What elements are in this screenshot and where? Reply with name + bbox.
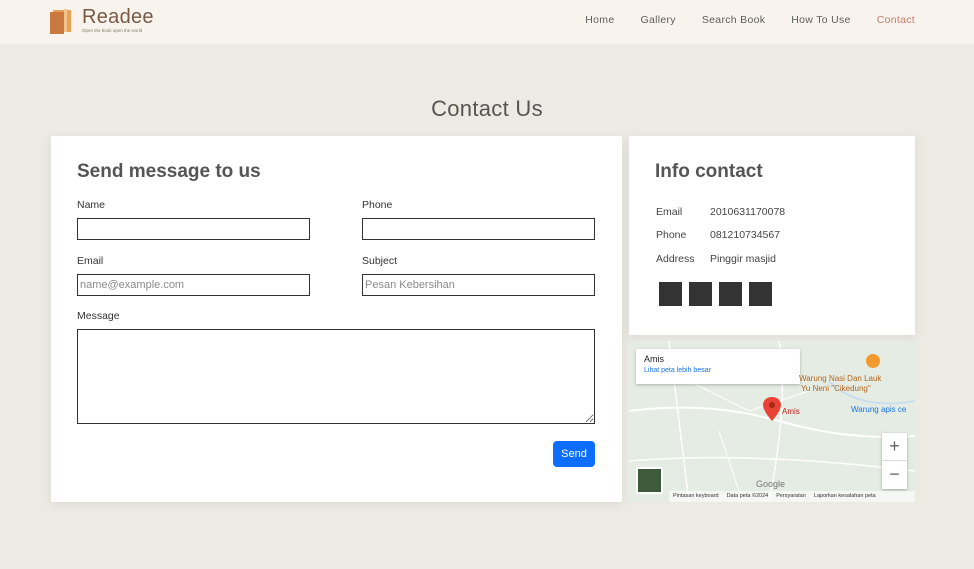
map-footer: Pintasan keyboard Data peta ©2024 Persya… <box>669 491 915 502</box>
subject-label: Subject <box>362 255 398 267</box>
info-row-phone: Phone 081210734567 <box>656 229 780 241</box>
pin-label: Amis <box>782 407 800 416</box>
google-logo: Google <box>756 479 786 489</box>
social-icon-2[interactable] <box>689 282 712 306</box>
subject-field[interactable] <box>362 274 595 296</box>
message-textarea[interactable] <box>77 329 595 424</box>
social-icon-4[interactable] <box>749 282 772 306</box>
info-key: Address <box>656 253 695 265</box>
form-title: Send message to us <box>77 161 261 182</box>
page-title: Contact Us <box>431 96 543 121</box>
phone-label: Phone <box>362 199 393 211</box>
brand-tagline: Open the book open the world <box>82 28 143 33</box>
zoom-out-button[interactable]: − <box>882 461 907 489</box>
zoom-controls: + − <box>882 433 907 489</box>
contact-form-card: Send message to us Name Phone Email Subj… <box>51 136 622 502</box>
info-contact-card: Info contact Email 2010631170078 Phone 0… <box>629 136 915 335</box>
map-footer-data: Data peta ©2024 <box>726 493 769 499</box>
map-footer-shortcuts[interactable]: Pintasan keyboard <box>673 493 719 500</box>
nav-gallery[interactable]: Gallery <box>641 14 676 26</box>
info-title: Info contact <box>655 161 763 182</box>
nav-how-to-use[interactable]: How To Use <box>791 14 850 26</box>
info-key: Phone <box>656 229 687 241</box>
zoom-in-button[interactable]: + <box>882 433 907 461</box>
info-value: Pinggir masjid <box>710 253 776 265</box>
info-row-email: Email 2010631170078 <box>656 206 785 218</box>
info-value: 081210734567 <box>710 229 781 241</box>
site-header: Readee Open the book open the world Home… <box>0 0 974 44</box>
info-key: Email <box>656 206 683 218</box>
social-links <box>659 282 772 306</box>
main-nav: Home Gallery Search Book How To Use Cont… <box>559 14 915 26</box>
send-button[interactable]: Send <box>553 441 595 467</box>
phone-field[interactable] <box>362 218 595 240</box>
map-footer-report[interactable]: Laporkan kesalahan peta <box>814 493 876 500</box>
poi-label: Warung Nasi Dan Lauk <box>799 374 882 383</box>
email-label: Email <box>77 255 104 267</box>
embedded-map[interactable]: Amis Lihat peta lebih besar Warung Nasi … <box>629 341 915 502</box>
map-info-popup: Amis Lihat peta lebih besar <box>636 349 800 384</box>
map-place-name: Amis <box>644 354 664 364</box>
view-larger-map-link[interactable]: Lihat peta lebih besar <box>644 367 792 374</box>
map-footer-terms[interactable]: Persyaratan <box>776 493 806 500</box>
nav-home[interactable]: Home <box>585 14 614 26</box>
book-icon <box>50 7 74 34</box>
brand-logo[interactable]: Readee Open the book open the world <box>50 6 154 34</box>
satellite-toggle[interactable] <box>636 467 663 494</box>
nav-search-book[interactable]: Search Book <box>702 14 765 26</box>
poi-label: Yu Neni "Cikedung" <box>801 384 871 393</box>
name-label: Name <box>77 199 106 211</box>
info-row-address: Address Pinggir masjid <box>656 253 776 265</box>
poi-label: Warung apis ce <box>851 405 907 414</box>
message-label: Message <box>77 310 120 322</box>
brand-name: Readee <box>82 6 154 28</box>
nav-contact[interactable]: Contact <box>877 14 915 26</box>
email-field[interactable] <box>77 274 310 296</box>
social-icon-1[interactable] <box>659 282 682 306</box>
info-value: 2010631170078 <box>710 206 786 218</box>
name-field[interactable] <box>77 218 310 240</box>
social-icon-3[interactable] <box>719 282 742 306</box>
